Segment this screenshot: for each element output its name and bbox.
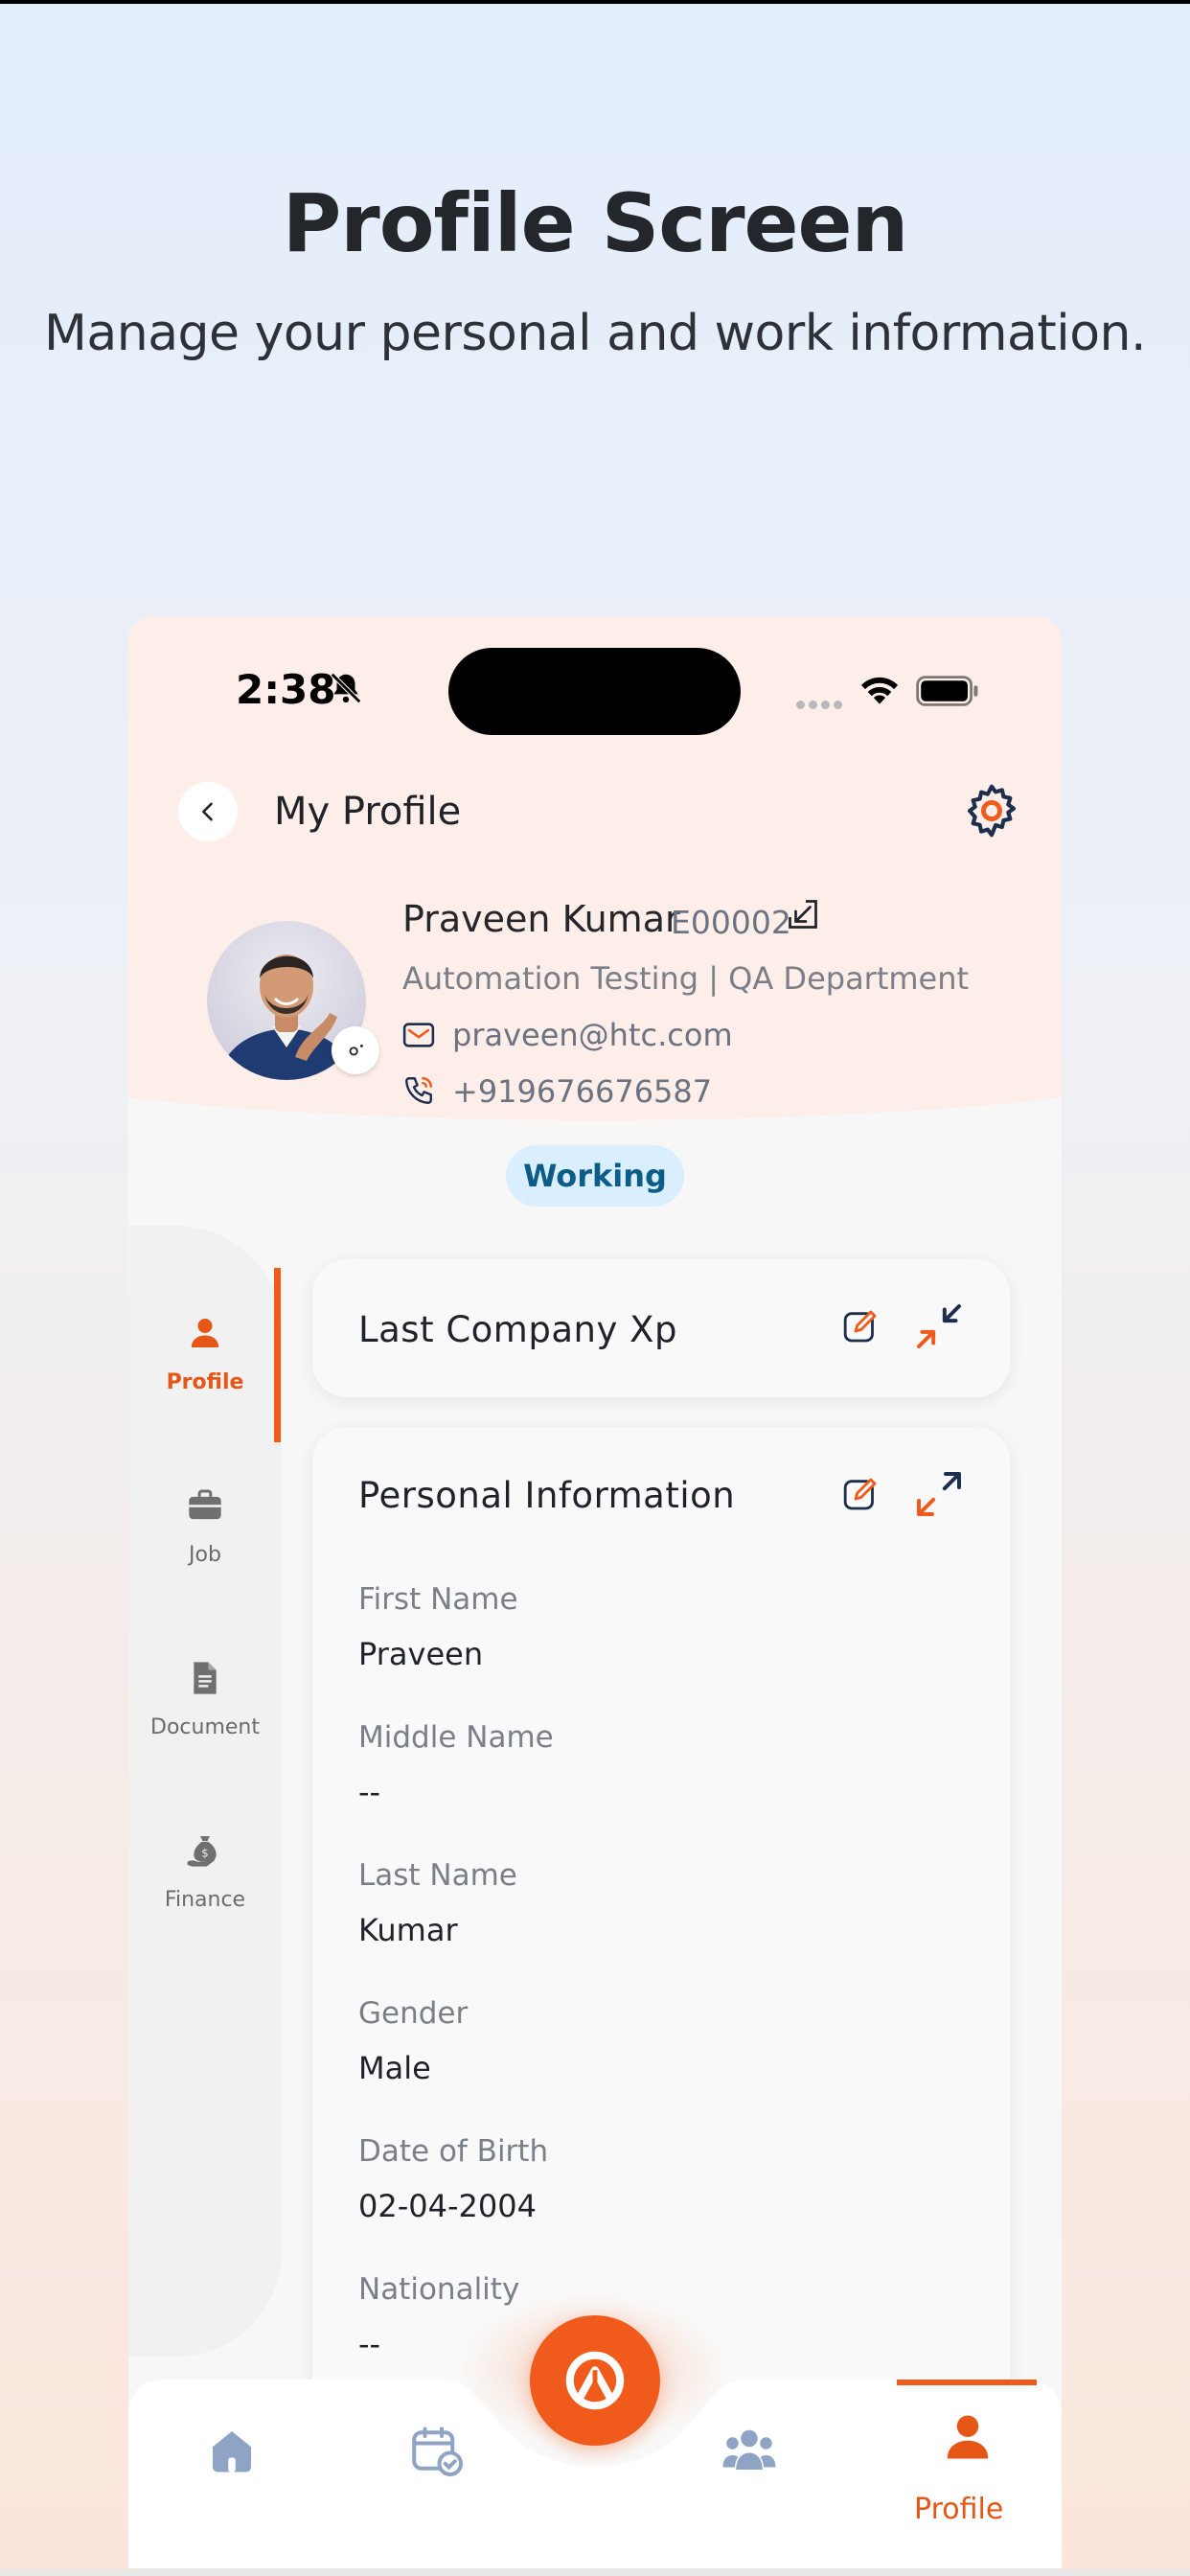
bell-slash-icon: [330, 672, 362, 704]
back-button[interactable]: [178, 782, 238, 841]
side-nav-label: Finance: [164, 1888, 246, 1912]
field-label-middle-name: Middle Name: [358, 1720, 554, 1755]
phone-link[interactable]: +919676676587: [452, 1073, 712, 1110]
field-label-gender: Gender: [358, 1996, 469, 2031]
change-photo-button[interactable]: [332, 1026, 379, 1074]
expand-icon[interactable]: [912, 1467, 966, 1521]
tab-active-indicator: [897, 2380, 1037, 2385]
app-logo-icon: [565, 2351, 625, 2410]
employee-name: Praveen Kumar: [402, 898, 680, 940]
last-company-card[interactable]: Last Company Xp: [312, 1259, 1010, 1397]
phone-screen: 2:38 My Profile Praveen Kumar E00002 Aut…: [128, 616, 1062, 2568]
side-nav-label: Profile: [166, 1370, 244, 1394]
status-time: 2:38: [236, 666, 336, 713]
team-icon[interactable]: [721, 2422, 778, 2479]
money-bag-icon: $: [187, 1836, 217, 1867]
dynamic-island: [448, 648, 741, 735]
edit-icon[interactable]: [841, 1475, 880, 1513]
card-title: Last Company Xp: [358, 1309, 677, 1350]
camera-icon: [349, 1044, 363, 1056]
briefcase-icon: [189, 1489, 221, 1520]
hero-title: Profile Screen: [282, 176, 909, 270]
signal-dots-icon: [796, 697, 846, 709]
side-nav-label: Job: [189, 1543, 221, 1567]
hero-subtitle: Manage your personal and work informatio…: [44, 305, 1147, 362]
home-icon[interactable]: [203, 2422, 261, 2479]
arrow-down-left-box-icon[interactable]: [786, 897, 820, 932]
field-value-nationality: --: [358, 2326, 381, 2362]
chevron-left-icon: [202, 802, 213, 821]
field-value-middle-name: --: [358, 1774, 381, 1810]
center-action-button[interactable]: [530, 2315, 660, 2446]
side-nav-item-job[interactable]: Job: [128, 1486, 282, 1567]
field-label-last-name: Last Name: [358, 1858, 517, 1893]
side-nav-item-document[interactable]: Document: [128, 1659, 282, 1739]
document-icon: [194, 1662, 217, 1694]
field-label-date-of-birth: Date of Birth: [358, 2134, 549, 2169]
email-link[interactable]: praveen@htc.com: [452, 1017, 733, 1053]
screen-top-edge: [0, 0, 1190, 4]
field-value-gender: Male: [358, 2050, 431, 2086]
battery-icon: [916, 676, 978, 706]
field-label-nationality: Nationality: [358, 2272, 520, 2307]
field-value-first-name: Praveen: [358, 1636, 484, 1672]
person-icon: [191, 1319, 219, 1347]
status-badge: Working: [506, 1145, 684, 1207]
side-nav-item-finance[interactable]: $ Finance: [128, 1831, 282, 1912]
gear-icon[interactable]: [962, 781, 1021, 840]
screen-bottom-edge: [0, 2569, 1190, 2576]
side-nav-item-profile[interactable]: Profile: [128, 1314, 282, 1394]
phone-icon: [405, 1077, 432, 1104]
tab-profile-label[interactable]: Profile: [914, 2493, 1003, 2526]
page-title: My Profile: [274, 790, 462, 834]
wifi-icon: [860, 677, 899, 704]
field-value-last-name: Kumar: [358, 1912, 458, 1948]
edit-icon[interactable]: [841, 1307, 880, 1346]
side-nav-label: Document: [150, 1715, 260, 1739]
side-nav: [128, 1226, 282, 2357]
profile-tab-icon[interactable]: [939, 2408, 996, 2466]
collapse-icon[interactable]: [912, 1300, 966, 1353]
employee-id: E00002: [671, 904, 791, 941]
calendar-check-icon[interactable]: [408, 2422, 466, 2479]
field-value-date-of-birth: 02-04-2004: [358, 2188, 537, 2224]
card-title: Personal Information: [358, 1475, 736, 1516]
mail-icon: [402, 1023, 435, 1047]
field-label-first-name: First Name: [358, 1582, 518, 1617]
svg-text:$: $: [201, 1847, 208, 1860]
designation: Automation Testing | QA Department: [402, 960, 970, 997]
